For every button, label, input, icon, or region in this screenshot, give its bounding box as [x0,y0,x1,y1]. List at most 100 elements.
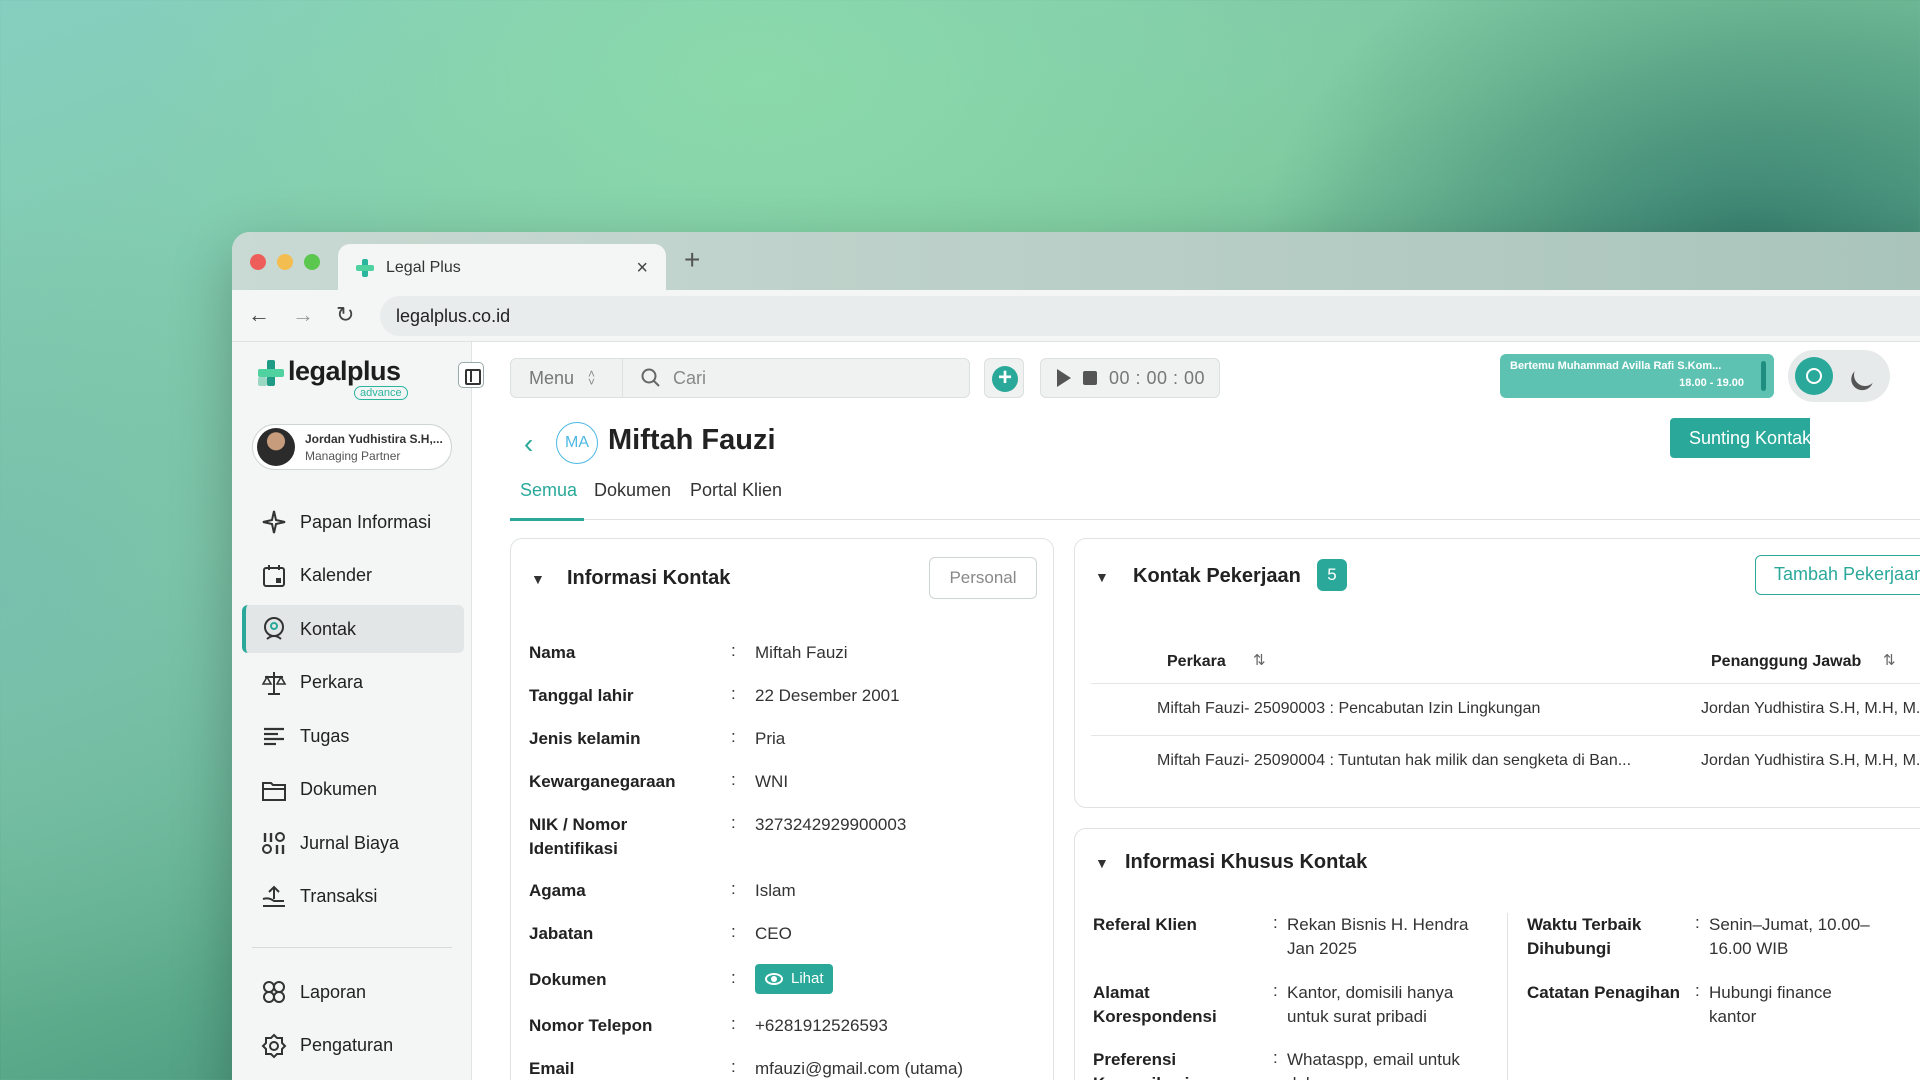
table-cell-penanggung-jawab: Jordan Yudhistira S.H, M.H, M.Kn [1701,700,1920,717]
sidebar-nav-bottom: Laporan Pengaturan [242,968,464,1075]
info-label: Jenis kelamin [529,729,641,748]
meeting-title: Bertemu Muhammad Avilla Rafi S.Kom... [1510,360,1722,372]
maximize-window-button[interactable] [304,254,320,270]
sidebar-item-label: Kontak [300,618,357,639]
stop-icon[interactable] [1083,371,1097,385]
sidebar-item-jurnal-biaya[interactable]: Jurnal Biaya [242,819,464,867]
sidebar-item-transaksi[interactable]: Transaksi [242,873,464,921]
search-input[interactable] [673,367,953,389]
search-field[interactable] [623,359,969,397]
browser-window: Legal Plus × + ← → ↻ legalplus.co.id leg… [232,232,1920,1080]
logo-text: legalplus [288,356,401,386]
special-colon: : [1695,981,1700,1000]
info-colon: : [731,879,736,898]
new-tab-button[interactable]: + [684,244,700,276]
table-row[interactable]: Miftah Fauzi- 25090004 : Tuntutan hak mi… [1091,735,1920,787]
info-label: Jabatan [529,924,594,943]
sidebar-item-laporan[interactable]: Laporan [242,968,464,1016]
sidebar-item-dokumen[interactable]: Dokumen [242,766,464,814]
sidebar-item-label: Papan Informasi [300,511,432,532]
user-role: Managing Partner [305,448,401,463]
url-field[interactable]: legalplus.co.id [380,296,1920,336]
tab-close-icon[interactable]: × [636,257,648,280]
edit-contact-button[interactable]: Sunting Kontak [1670,418,1810,458]
sidebar-item-label: Transaksi [300,886,378,906]
sidebar-item-pengaturan[interactable]: Pengaturan [242,1022,464,1070]
tasks-icon [264,727,284,746]
address-bar: ← → ↻ legalplus.co.id [232,290,1920,342]
collapse-triangle-icon[interactable]: ▼ [531,571,545,587]
sidebar-item-kontak[interactable]: Kontak [242,605,464,653]
view-document-button[interactable]: Lihat [755,964,833,994]
add-work-button[interactable]: Tambah Pekerjaan [1755,555,1920,595]
sidebar-toggle-icon[interactable] [458,362,484,388]
info-value: 22 Desember 2001 [755,686,900,705]
special-colon: : [1273,981,1278,1000]
sidebar-item-papan-informasi[interactable]: Papan Informasi [242,498,464,546]
sort-icon[interactable]: ⇅ [1883,651,1896,669]
sidebar-item-tugas[interactable]: Tugas [242,712,464,760]
collapse-triangle-icon[interactable]: ▼ [1095,855,1109,871]
info-label: NIK / Nomor Identifikasi [529,815,628,858]
sidebar-item-kalender[interactable]: Kalender [242,552,464,600]
tab-portal-klien[interactable]: Portal Klien [690,480,782,501]
play-icon[interactable] [1057,369,1071,387]
sun-icon[interactable] [1795,357,1833,395]
upcoming-meeting-card[interactable]: Bertemu Muhammad Avilla Rafi S.Kom... 18… [1500,354,1774,398]
time-tracker: 00 : 00 : 00 [1040,358,1220,398]
count-badge: 5 [1317,559,1347,591]
contact-initials-avatar: MA [556,422,598,464]
forward-arrow-icon[interactable]: → [292,302,314,328]
special-label: Preferensi Komunikasi [1093,1050,1189,1080]
column-header-perkara: Perkara [1167,653,1226,670]
chevron-updown-icon: ˄ ˅ [588,367,596,389]
scale-icon [261,671,287,695]
table-cell-perkara: Miftah Fauzi- 25090003 : Pencabutan Izin… [1157,700,1541,717]
info-label: Nomor Telepon [529,1016,653,1035]
top-bar: Menu ˄˅ 00 : 00 : 00 Bertemu Muhammad Av… [510,350,1920,402]
info-value: WNI [755,772,789,791]
moon-icon[interactable] [1846,357,1884,395]
back-arrow-icon[interactable]: ← [248,302,270,328]
collapse-triangle-icon[interactable]: ▼ [1095,569,1109,585]
sidebar-nav: Papan Informasi Kalender Kontak Perkara … [242,498,464,926]
info-colon: : [731,813,736,832]
tab-semua[interactable]: Semua [520,480,577,501]
column-header-penanggung-jawab: Penanggung Jawab [1711,653,1862,670]
work-contacts-card: ▼ Kontak Pekerjaan 5 Tambah Pekerjaan Pe… [1074,538,1920,808]
column-divider [1507,913,1508,1080]
close-window-button[interactable] [250,254,266,270]
special-label: Alamat Korespondensi [1093,983,1217,1026]
reload-icon[interactable]: ↻ [336,302,354,328]
menu-dropdown[interactable]: Menu ˄ ˅ [511,359,623,397]
menu-label: Menu [529,367,575,388]
special-value: Hubungi finance kantor [1709,983,1832,1026]
url-text: legalplus.co.id [396,305,511,326]
info-value: Islam [755,881,796,900]
info-label: Nama [529,643,576,662]
tab-dokumen[interactable]: Dokumen [594,480,671,501]
info-value: CEO [755,924,792,943]
special-colon: : [1695,913,1700,932]
sort-icon[interactable]: ⇅ [1253,651,1266,669]
add-icon[interactable] [984,358,1024,398]
settings-icon [261,1033,287,1058]
folder-icon [262,781,286,801]
special-value: Rekan Bisnis H. Hendra Jan 2025 [1287,915,1469,958]
table-row[interactable]: Miftah Fauzi- 25090003 : Pencabutan Izin… [1091,683,1920,735]
info-label: Kewarganegaraan [529,772,676,791]
sidebar-item-label: Tugas [300,725,350,746]
browser-tab[interactable]: Legal Plus × [338,244,666,292]
sidebar-item-perkara[interactable]: Perkara [242,659,464,707]
calendar-icon [263,564,285,587]
special-info-card: ▼ Informasi Khusus Kontak Referal Klien … [1074,828,1920,1080]
contact-info-card: ▼ Informasi Kontak Personal Nama : Mifta… [510,538,1054,1080]
card-title: Kontak Pekerjaan [1133,565,1301,587]
logo[interactable]: legalplus advance [258,356,448,402]
special-label: Catatan Penagihan [1527,983,1681,1002]
minimize-window-button[interactable] [277,254,293,270]
back-chevron-icon[interactable]: ‹ [524,428,533,460]
user-profile-chip[interactable]: Jordan Yudhistira S.H,... Managing Partn… [252,424,452,470]
info-label: Agama [529,881,586,900]
transaction-icon [262,885,285,907]
